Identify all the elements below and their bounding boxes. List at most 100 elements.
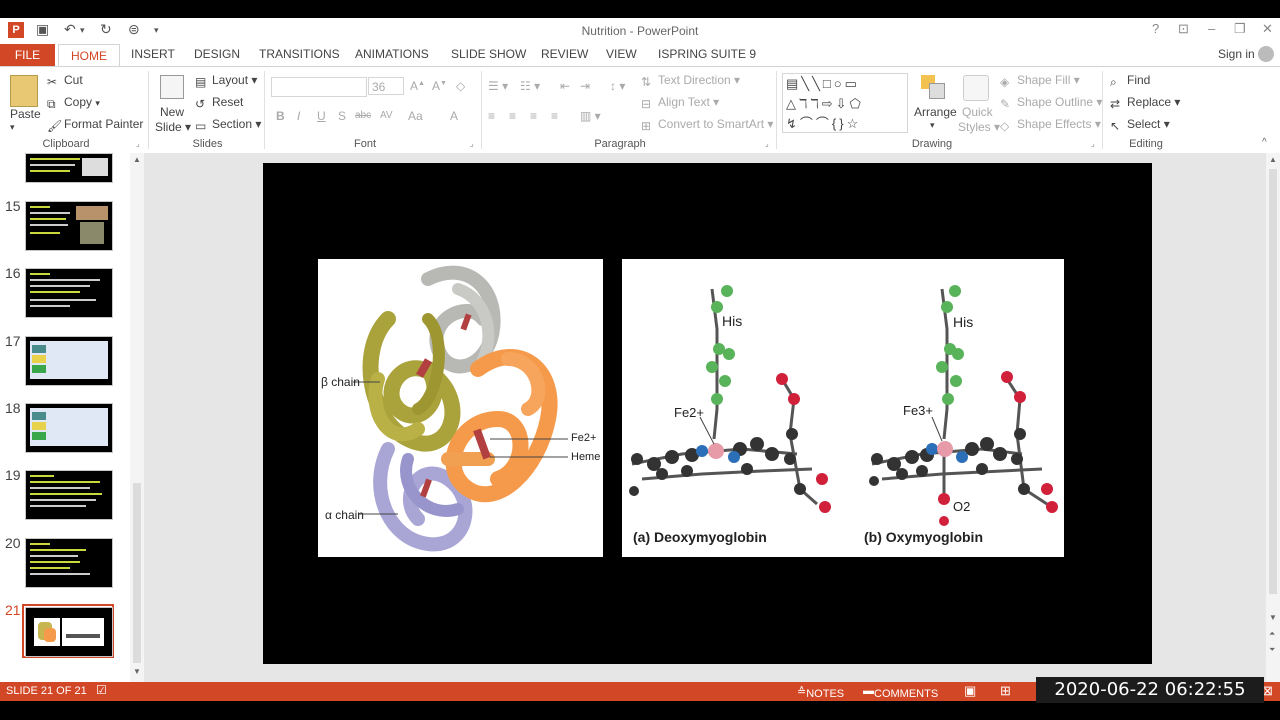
quick-styles-label[interactable]: Quick [962,105,993,119]
columns-icon[interactable]: ▥ ▾ [580,109,601,123]
drawing-launcher-icon[interactable]: ⌟ [1091,139,1095,148]
tab-slide-show[interactable]: SLIDE SHOW [451,47,526,61]
strikethrough-button[interactable]: abc [355,110,371,121]
replace-button[interactable]: Replace [1127,95,1171,109]
quick-styles-icon [963,75,989,101]
new-slide-button[interactable]: Slide ▾ [155,120,191,134]
font-color-button[interactable]: A [450,109,458,123]
clear-format-icon[interactable]: ◇ [456,79,465,93]
hemoglobin-structure-image: β chain α chain Fe2+ Heme [318,259,603,557]
shrink-font-icon[interactable]: A▼ [432,79,447,93]
spelling-check-icon[interactable]: ☑ [96,683,107,697]
paste-dropdown-icon[interactable]: ▾ [10,122,15,133]
next-slide-icon[interactable]: ⏷ [1269,645,1275,655]
slide[interactable]: β chain α chain Fe2+ Heme His His Fe2+ F… [263,163,1152,664]
arrange-dropdown-icon[interactable]: ▾ [930,120,935,131]
close-icon[interactable]: ✕ [1262,21,1273,37]
format-painter-button[interactable]: Format Painter [64,117,143,131]
tab-insert[interactable]: INSERT [131,47,175,61]
tab-ispring[interactable]: ISPRING SUITE 9 [658,47,756,61]
sign-in-link[interactable]: Sign in [1218,47,1255,61]
slide-sorter-icon[interactable]: ⊞ [1000,683,1011,699]
copy-button[interactable]: Copy [64,95,92,109]
cut-button[interactable]: Cut [64,73,83,87]
slide-thumbnail-18[interactable] [25,403,113,453]
previous-slide-icon[interactable]: ⏶ [1269,629,1275,639]
tab-review[interactable]: REVIEW [541,47,588,61]
slide-thumbnail-20[interactable] [25,538,113,588]
tab-home[interactable]: HOME [58,44,120,68]
font-size-combo[interactable]: 36 [368,77,404,95]
clipboard-launcher-icon[interactable]: ⌟ [136,139,140,148]
bullets-icon[interactable]: ☰ ▾ [488,79,508,93]
slide-thumbnail-15[interactable] [25,201,113,251]
reset-button[interactable]: Reset [212,95,243,109]
ribbon-display-icon[interactable]: ⊡ [1178,21,1189,37]
section-button[interactable]: Section [212,117,252,131]
help-icon[interactable]: ? [1152,21,1159,36]
collapse-ribbon-icon[interactable]: ^ [1262,137,1267,148]
align-text-button[interactable]: Align Text [658,95,710,109]
shape-outline-button[interactable]: Shape Outline [1017,95,1093,109]
numbering-icon[interactable]: ☷ ▾ [520,79,540,93]
tab-animations[interactable]: ANIMATIONS [355,47,429,61]
line-spacing-icon[interactable]: ↕ ▾ [610,79,625,93]
scroll-up-icon[interactable]: ▲ [1269,155,1277,164]
normal-view-icon[interactable]: ▣ [964,683,976,699]
character-spacing-button[interactable]: AV [380,110,393,121]
decrease-indent-icon[interactable]: ⇤ [560,79,570,93]
new-slide-label-1[interactable]: New [160,105,184,119]
comments-button[interactable]: ▬ COMMENTS [863,685,938,700]
window-title: Nutrition - PowerPoint [581,24,699,38]
layout-button[interactable]: Layout [212,73,248,87]
tab-design[interactable]: DESIGN [194,47,240,61]
quick-styles-button[interactable]: Styles ▾ [958,120,1000,134]
tab-transitions[interactable]: TRANSITIONS [259,47,340,61]
change-case-button[interactable]: Aa [408,109,423,123]
slide-thumbnail-14[interactable] [25,153,113,183]
shapes-gallery[interactable]: ▤╲╲□○▭ △ℸℸ⇨⇩⬠ ↯⌒⌒{}☆ [782,73,908,133]
arrange-button[interactable]: Arrange [914,105,957,119]
slide-thumbnail-21[interactable] [25,607,113,657]
shape-effects-button[interactable]: Shape Effects [1017,117,1092,131]
slide-thumbnail-16[interactable] [25,268,113,318]
avatar[interactable] [1258,46,1274,62]
font-name-combo[interactable] [271,77,367,97]
scroll-down-icon[interactable]: ▼ [133,667,141,676]
slide-scrollbar[interactable]: ▲ ▼ ⏶ ⏷ [1266,153,1280,682]
text-direction-button[interactable]: Text Direction [658,73,731,87]
tab-file[interactable]: FILE [0,44,55,66]
bold-button[interactable]: B [276,109,285,123]
thumbnail-scrollbar[interactable]: ▲ ▼ [130,153,144,682]
font-launcher-icon[interactable]: ⌟ [470,139,474,148]
copy-dropdown-icon[interactable]: ▾ [95,98,100,108]
shadow-button[interactable]: S [338,109,346,123]
reset-icon: ↺ [195,96,206,111]
find-button[interactable]: Find [1127,73,1150,87]
paragraph-launcher-icon[interactable]: ⌟ [765,139,769,148]
select-button[interactable]: Select [1127,117,1160,131]
slide-thumbnail-19[interactable] [25,470,113,520]
restore-icon[interactable]: ❐ [1234,21,1246,37]
italic-button[interactable]: I [297,109,300,123]
align-left-icon[interactable]: ≡ [488,109,495,123]
paragraph-group-label: Paragraph [594,138,646,150]
paste-button[interactable]: Paste [10,107,41,121]
slide-thumbnail-17[interactable] [25,336,113,386]
increase-indent-icon[interactable]: ⇥ [580,79,590,93]
scrollbar-thumb[interactable] [1269,169,1277,594]
underline-button[interactable]: U [317,109,326,123]
align-right-icon[interactable]: ≡ [530,109,537,123]
notes-button[interactable]: ≙ NOTES [797,685,844,700]
minimize-icon[interactable]: – [1208,21,1215,36]
scrollbar-thumb[interactable] [133,483,141,663]
scroll-up-icon[interactable]: ▲ [133,155,141,164]
justify-icon[interactable]: ≡ [551,109,558,123]
convert-smartart-button[interactable]: Convert to SmartArt [658,117,764,131]
tab-view[interactable]: VIEW [606,47,637,61]
grow-font-icon[interactable]: A▲ [410,79,425,93]
align-center-icon[interactable]: ≡ [509,109,516,123]
scroll-down-icon[interactable]: ▼ [1269,613,1277,622]
slide-number-current: 21 [5,602,21,618]
shape-fill-button[interactable]: Shape Fill [1017,73,1070,87]
